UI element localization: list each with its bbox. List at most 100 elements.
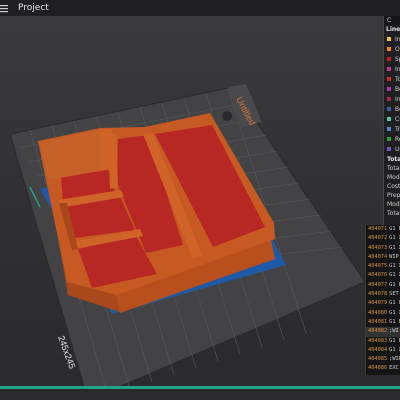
gcode-line-number: 404076 <box>368 272 388 279</box>
gcode-command: G1 F <box>389 300 400 307</box>
gcode-line[interactable]: 404076G1 X <box>366 271 400 280</box>
gcode-line-number: 404078 <box>368 291 388 298</box>
gcode-command: G1 F <box>389 318 400 325</box>
gcode-line-number: 404083 <box>368 337 388 344</box>
legend-label: To <box>395 75 400 83</box>
gcode-line[interactable]: 404085;WIP <box>366 355 400 364</box>
gcode-line[interactable]: 404087M10 <box>366 374 400 376</box>
legend-swatch <box>387 137 391 141</box>
gcode-command: WIP <box>389 253 399 260</box>
gcode-line[interactable]: 404072G1 X <box>366 234 400 243</box>
gcode-command: G1 X <box>389 346 400 353</box>
stats-row: Prepa <box>387 192 400 199</box>
gcode-line-number: 404077 <box>368 281 388 288</box>
legend-label: In <box>395 95 400 103</box>
gcode-line-number: 404071 <box>368 226 388 232</box>
gcode-command: G1 X <box>389 272 400 279</box>
legend-item[interactable]: Bo <box>384 104 400 114</box>
gcode-line-number: 404073 <box>368 244 388 251</box>
gcode-line-number: 404079 <box>368 300 388 307</box>
legend-swatch <box>387 97 391 101</box>
gcode-command: G1 F <box>389 281 400 288</box>
gcode-line-number: 404086 <box>368 365 388 372</box>
gcode-line-number: 404081 <box>368 318 388 325</box>
legend-panel: C Line T InOuSpInToBoInBoCuTrReUnWSe <box>383 16 400 170</box>
gcode-line[interactable]: 404081G1 F <box>366 318 400 327</box>
stats-row: Total <box>387 210 400 217</box>
stats-row: Model <box>387 174 400 181</box>
legend-item[interactable]: To <box>384 74 400 84</box>
stats-panel: Total Total Model Cost: Prepa Mode Total <box>383 155 400 233</box>
gcode-line[interactable]: 404080G1 X <box>366 309 400 318</box>
gcode-line[interactable]: 404073G1 X <box>366 244 400 253</box>
gcode-command: G1 X <box>389 309 400 316</box>
legend-item[interactable]: Ou <box>384 44 400 54</box>
gcode-line[interactable]: 404071G1 F <box>366 225 400 234</box>
legend-item[interactable]: Sp <box>384 54 400 64</box>
legend-label: Tr <box>395 125 400 133</box>
gcode-command: ;WI <box>389 328 399 335</box>
gcode-line[interactable]: 404078 SET <box>366 290 400 299</box>
legend-item[interactable]: In <box>384 94 400 104</box>
gcode-command: G1 F <box>389 337 400 344</box>
legend-swatch <box>387 117 391 121</box>
legend-swatch <box>387 127 391 131</box>
legend-label: Bo <box>395 85 400 93</box>
3d-viewport[interactable]: Untitled 245x245 <box>0 17 400 400</box>
gcode-line-number: 404074 <box>368 253 388 260</box>
project-tab[interactable]: Project <box>18 3 49 13</box>
legend-swatch <box>387 47 391 51</box>
legend-item[interactable]: Bo <box>384 84 400 94</box>
gcode-line[interactable]: 404084G1 X <box>366 346 400 355</box>
stats-row: Mode <box>387 201 400 208</box>
menu-icon[interactable] <box>0 1 12 15</box>
gcode-line[interactable]: 404074 WIP <box>366 253 400 262</box>
gcode-line[interactable]: 404077G1 F <box>366 281 400 290</box>
gcode-list: 404071G1 F404072G1 X404073G1 X404074WIP4… <box>366 225 400 375</box>
gcode-line-number: 404072 <box>368 235 388 242</box>
gcode-line-number: 404082 <box>368 328 388 335</box>
legend-swatch <box>387 57 391 61</box>
legend-item[interactable]: In <box>384 34 400 44</box>
legend-header[interactable]: C <box>384 16 400 25</box>
stats-row: Total <box>387 156 400 163</box>
build-plate-scene[interactable]: Untitled 245x245 <box>0 17 400 400</box>
legend-label: Bo <box>395 105 400 113</box>
gcode-command: G1 X <box>389 263 400 270</box>
stats-row: Total <box>387 165 400 172</box>
gcode-command: G1 X <box>389 244 400 251</box>
gcode-command: G1 F <box>389 226 400 232</box>
legend-label: In <box>395 65 400 73</box>
legend-label: Re <box>395 135 400 143</box>
stats-list: Total Total Model Cost: Prepa Mode Total <box>384 155 400 218</box>
gcode-command: SET <box>389 291 399 298</box>
plate-logo-icon <box>222 111 232 121</box>
gcode-command: ;WIP <box>389 356 400 363</box>
legend-label: Sp <box>395 55 400 63</box>
gcode-line-number: 404075 <box>368 263 388 270</box>
legend-swatch <box>387 37 391 41</box>
gcode-command: EXC <box>389 365 399 372</box>
title-bar: Project <box>0 0 400 17</box>
gcode-command: G1 X <box>389 235 400 242</box>
gcode-line-number: 404084 <box>368 346 388 353</box>
legend-item[interactable]: Un <box>384 144 400 154</box>
gcode-line[interactable]: 404079G1 F <box>366 299 400 308</box>
legend-swatch <box>387 147 391 151</box>
gcode-line[interactable]: 404082 ;WI <box>366 327 400 337</box>
legend-item[interactable]: Tr <box>384 124 400 134</box>
legend-swatch <box>387 107 391 111</box>
gcode-line[interactable]: 404075G1 X <box>366 262 400 271</box>
stats-row: Cost: <box>387 183 400 190</box>
legend-list: InOuSpInToBoInBoCuTrReUnWSe <box>384 34 400 170</box>
legend-label: Cu <box>395 115 400 123</box>
gcode-line[interactable]: 404083G1 F <box>366 337 400 346</box>
legend-label: In <box>395 35 400 43</box>
legend-item[interactable]: Re <box>384 134 400 144</box>
legend-item[interactable]: Cu <box>384 114 400 124</box>
gcode-line[interactable]: 404086 EXC <box>366 364 400 373</box>
legend-label: Un <box>395 145 400 153</box>
gcode-viewer[interactable]: 404071G1 F404072G1 X404073G1 X404074WIP4… <box>365 225 400 375</box>
legend-item[interactable]: In <box>384 64 400 74</box>
gcode-line-number: 404085 <box>368 356 388 363</box>
